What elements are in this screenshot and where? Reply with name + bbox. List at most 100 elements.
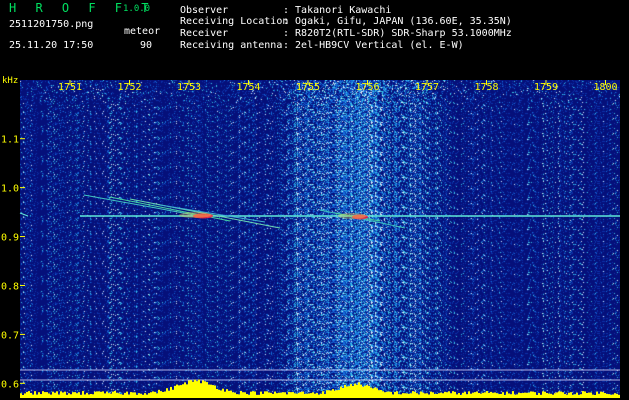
- signal-level-bar: [470, 393, 472, 398]
- signal-level-bar: [538, 393, 540, 398]
- signal-level-bar: [258, 394, 260, 398]
- signal-level-bar: [114, 391, 116, 398]
- signal-level-bar: [606, 393, 608, 398]
- signal-level-bar: [426, 393, 428, 398]
- signal-level-bar: [68, 393, 70, 398]
- signal-level-bar: [520, 393, 522, 398]
- signal-level-bar: [24, 393, 26, 398]
- signal-level-bar: [588, 392, 590, 398]
- signal-level-bar: [462, 392, 464, 398]
- signal-level-bar: [496, 393, 498, 398]
- frequency-tick-label: 0.8: [1, 281, 19, 292]
- signal-level-bar: [392, 394, 394, 398]
- signal-level-bar: [380, 390, 382, 398]
- signal-level-bar: [276, 393, 278, 398]
- signal-level-bar: [544, 391, 546, 398]
- signal-level-bar: [238, 394, 240, 398]
- signal-level-bar: [582, 391, 584, 398]
- signal-level-bars: [20, 379, 620, 398]
- signal-level-bar: [158, 389, 160, 398]
- signal-level-bar: [270, 392, 272, 398]
- signal-level-bar: [204, 381, 206, 398]
- signal-level-bar: [486, 391, 488, 398]
- signal-level-bar: [570, 392, 572, 398]
- signal-level-bar: [516, 394, 518, 398]
- signal-level-bar: [98, 391, 100, 398]
- signal-level-bar: [208, 384, 210, 398]
- signal-level-bar: [508, 393, 510, 398]
- signal-level-bar: [362, 386, 364, 398]
- signal-level-bar: [194, 379, 196, 398]
- signal-level-bar: [368, 385, 370, 398]
- signal-level-bar: [266, 391, 268, 398]
- signal-level-bar: [54, 392, 56, 398]
- signal-level-bar: [498, 394, 500, 398]
- signal-level-bar: [82, 391, 84, 398]
- signal-level-bar: [210, 384, 212, 398]
- frequency-tick-label: 1.0: [1, 184, 19, 195]
- signal-level-bar: [604, 393, 606, 398]
- carrier-left-stub: [19, 212, 29, 217]
- signal-level-bar: [240, 390, 242, 398]
- signal-level-bar: [550, 393, 552, 398]
- signal-level-bar: [272, 393, 274, 398]
- time-axis: 1751 1752 1753 1754 1755 1756 1757 1758 1759 1800: [58, 80, 618, 93]
- signal-level-bar: [492, 392, 494, 398]
- signal-level-bar: [90, 393, 92, 398]
- signal-level-bar: [190, 380, 192, 398]
- signal-level-bar: [232, 392, 234, 398]
- signal-level-bar: [170, 386, 172, 398]
- signal-level-bar: [338, 390, 340, 398]
- signal-level-bar: [386, 391, 388, 398]
- signal-level-bar: [206, 382, 208, 398]
- signal-level-bar: [598, 393, 600, 398]
- signal-level-bar: [524, 392, 526, 398]
- signal-level-bar: [218, 389, 220, 398]
- signal-level-bar: [608, 394, 610, 398]
- signal-level-bar: [234, 392, 236, 398]
- signal-level-bar: [568, 392, 570, 398]
- signal-level-bar: [286, 394, 288, 398]
- signal-level-bar: [528, 392, 530, 398]
- signal-level-bar: [382, 391, 384, 398]
- signal-level-bar: [556, 392, 558, 398]
- signal-level-bar: [116, 392, 118, 398]
- signal-level-bar: [614, 393, 616, 398]
- signal-level-bar: [138, 393, 140, 398]
- signal-level-bar: [420, 391, 422, 398]
- signal-level-bar: [434, 393, 436, 398]
- signal-level-bar: [312, 392, 314, 398]
- signal-level-bar: [64, 391, 66, 398]
- signal-level-bar: [432, 392, 434, 398]
- signal-level-bar: [160, 391, 162, 398]
- signal-level-bar: [554, 393, 556, 398]
- signal-level-bar: [578, 394, 580, 398]
- signal-level-bar: [298, 392, 300, 398]
- signal-level-bar: [330, 390, 332, 398]
- signal-level-bar: [458, 393, 460, 398]
- signal-level-bar: [464, 391, 466, 398]
- signal-level-bar: [316, 393, 318, 398]
- signal-level-bar: [318, 394, 320, 398]
- spectrogram-overlay: 1751 1752 1753 1754 1755 1756 1757 1758 1759 1800…: [1, 80, 620, 398]
- signal-level-bar: [332, 389, 334, 398]
- signal-level-bar: [306, 393, 308, 398]
- frequency-tick-label: 0.6: [1, 379, 19, 390]
- signal-level-bar: [518, 392, 520, 398]
- signal-level-bar: [174, 385, 176, 398]
- signal-level-bar: [40, 394, 42, 398]
- signal-level-bar: [482, 392, 484, 398]
- signal-level-bar: [532, 391, 534, 398]
- signal-level-bar: [250, 391, 252, 398]
- signal-level-bar: [610, 394, 612, 398]
- signal-level-bar: [150, 392, 152, 398]
- signal-level-bar: [404, 393, 406, 398]
- signal-level-bar: [20, 393, 22, 398]
- signal-level-bar: [394, 391, 396, 398]
- signal-level-bar: [294, 393, 296, 398]
- signal-level-bar: [616, 393, 618, 398]
- signal-level-bar: [452, 391, 454, 398]
- meteor-head-2-halo: [338, 213, 366, 219]
- signal-level-bar: [474, 392, 476, 398]
- signal-level-bar: [144, 393, 146, 398]
